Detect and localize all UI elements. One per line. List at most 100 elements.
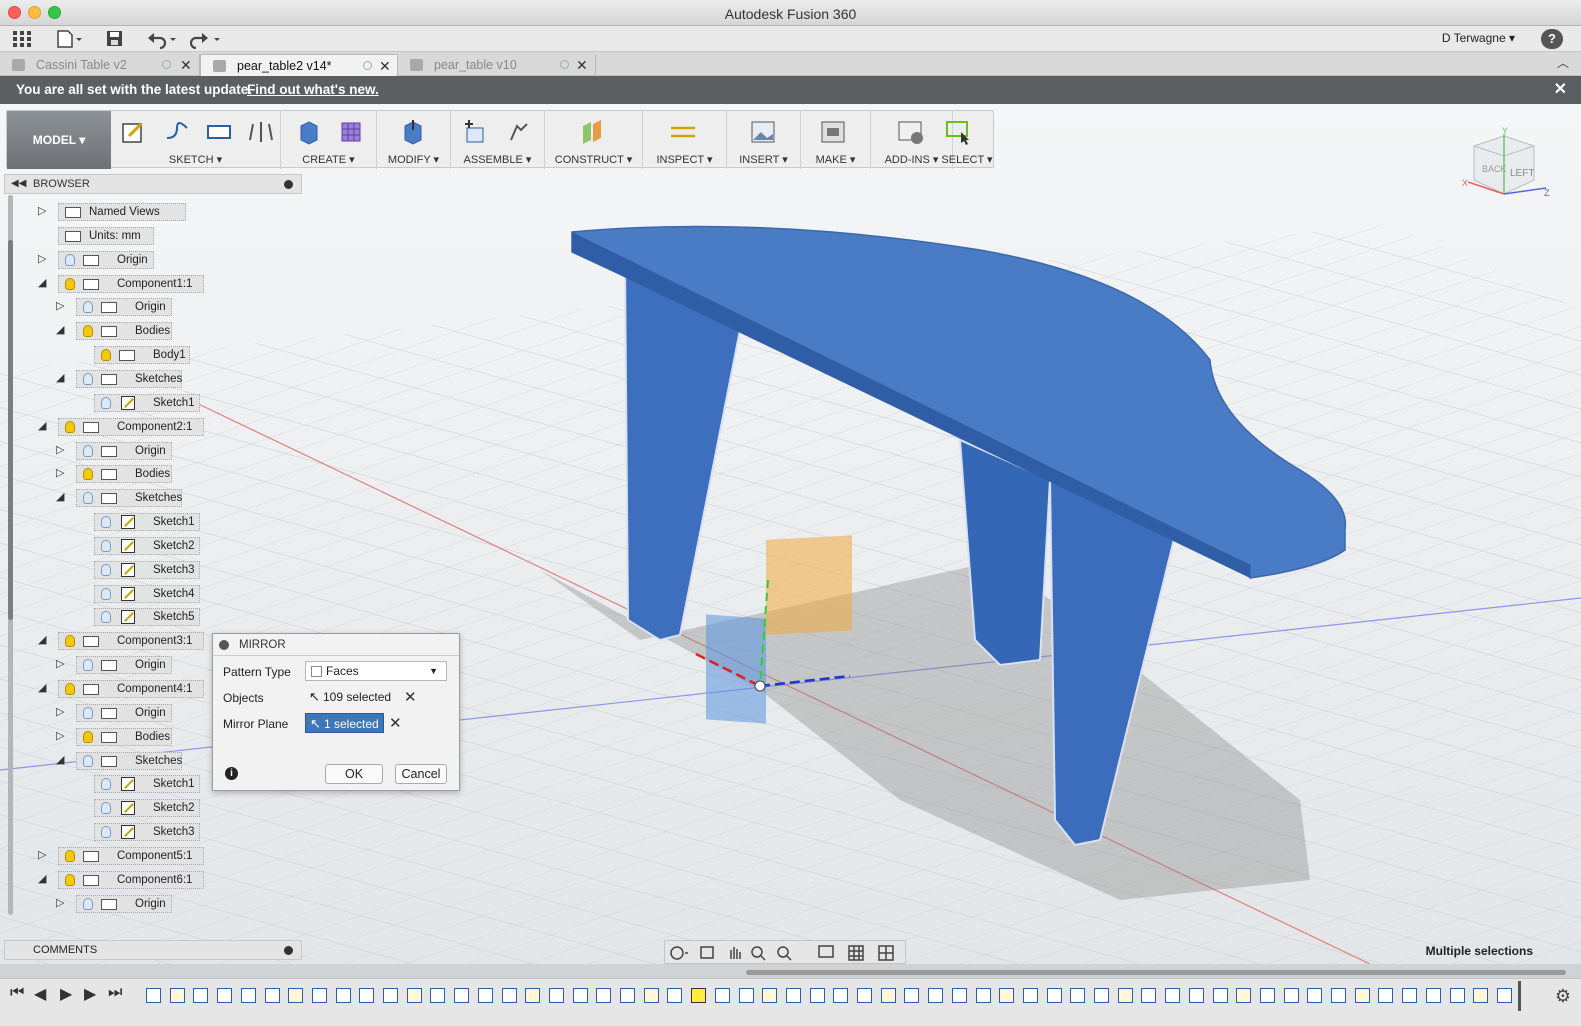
browser-node-box[interactable]: Sketch2 [94, 799, 200, 818]
visibility-bulb-icon[interactable] [65, 277, 75, 290]
timeline-feature-icon[interactable] [1331, 988, 1346, 1003]
browser-node-box[interactable]: Sketch1 [94, 513, 200, 532]
select-icon[interactable] [945, 118, 973, 146]
cancel-button[interactable]: Cancel [395, 764, 447, 784]
timeline-feature-icon[interactable] [1117, 988, 1133, 1003]
redo-icon[interactable] [189, 29, 222, 50]
help-button[interactable]: ? [1541, 29, 1563, 49]
visibility-bulb-icon[interactable] [83, 372, 93, 385]
toolbar-group-assemble[interactable]: ASSEMBLE ▾ [451, 111, 545, 169]
visibility-bulb-icon[interactable] [83, 754, 93, 767]
browser-node-box[interactable]: Units: mm [58, 226, 154, 245]
browser-node-box[interactable]: Origin [58, 250, 154, 269]
collapse-tabs-icon[interactable]: ︿ [1557, 54, 1569, 71]
timeline-feature-icon[interactable] [1046, 988, 1062, 1003]
browser-node-box[interactable]: Origin [76, 656, 172, 675]
collapse-browser-icon[interactable]: ◀◀ [11, 175, 26, 193]
timeline-feature-icon[interactable] [928, 988, 944, 1003]
visibility-bulb-icon[interactable] [83, 444, 93, 457]
browser-node[interactable]: Sketch5 [74, 607, 210, 627]
look-at-icon[interactable] [700, 946, 714, 959]
browser-node[interactable]: Sketch3 [74, 822, 210, 842]
collapse-icon[interactable]: ◢ [56, 490, 64, 503]
timeline-feature-icon[interactable] [904, 988, 920, 1003]
browser-node[interactable]: ◢ Sketches [56, 369, 192, 388]
visibility-bulb-icon[interactable] [83, 468, 93, 481]
visibility-bulb-icon[interactable] [65, 873, 75, 886]
browser-node-box[interactable]: Bodies [76, 322, 172, 341]
visibility-bulb-icon[interactable] [101, 516, 111, 529]
timeline-feature-icon[interactable] [454, 988, 470, 1003]
model-canvas[interactable] [0, 104, 1581, 964]
toolbar-group-sketch[interactable]: SKETCH ▾ [111, 111, 281, 169]
browser-node[interactable]: Sketch2 [74, 798, 210, 818]
timeline-feature-icon[interactable] [1259, 988, 1275, 1003]
collapse-icon[interactable]: ◢ [38, 419, 46, 432]
mirror-dialog-header[interactable]: MIRROR [213, 634, 459, 656]
timeline-feature-icon[interactable] [548, 988, 564, 1003]
browser-node[interactable]: ◢ Sketches [56, 751, 192, 770]
tab-close-icon[interactable]: ✕ [180, 54, 192, 76]
timeline-feature-icon[interactable] [643, 988, 659, 1003]
expand-icon[interactable]: ▷ [56, 729, 64, 742]
collapse-icon[interactable]: ◢ [38, 633, 46, 646]
timeline-feature-icon[interactable] [1165, 988, 1181, 1003]
browser-node-box[interactable]: Bodies [76, 465, 172, 484]
visibility-bulb-icon[interactable] [101, 778, 111, 791]
timeline-end-icon[interactable]: ⏭ [108, 984, 122, 1002]
view-cube[interactable]: BACK LEFT Y X Z [1462, 126, 1552, 206]
timeline-feature-icon[interactable] [1094, 988, 1109, 1003]
timeline-feature-icon[interactable] [1378, 988, 1394, 1003]
timeline-feature-icon[interactable] [146, 988, 161, 1003]
toolbar-group-insert[interactable]: INSERT ▾ [727, 111, 801, 169]
timeline-feature-icon[interactable] [430, 988, 446, 1003]
browser-node-box[interactable]: Sketches [76, 489, 182, 508]
timeline-feature-icon[interactable] [1354, 988, 1370, 1003]
visibility-bulb-icon[interactable] [101, 826, 111, 839]
browser-node-box[interactable]: Origin [76, 894, 172, 913]
timeline-feature-icon[interactable] [1283, 988, 1299, 1003]
timeline-feature-icon[interactable] [951, 988, 967, 1003]
browser-node-box[interactable]: Sketch5 [94, 608, 200, 627]
collapse-icon[interactable]: ◢ [56, 371, 64, 384]
visibility-bulb-icon[interactable] [83, 706, 93, 719]
browser-node-box[interactable]: Sketches [76, 751, 182, 770]
visibility-bulb-icon[interactable] [83, 492, 93, 505]
new-component-icon[interactable] [461, 118, 489, 146]
canvas-viewport[interactable] [0, 104, 1581, 964]
sketch-mirror-icon[interactable] [247, 118, 275, 146]
timeline-feature-icon[interactable] [691, 988, 707, 1003]
timeline-forward-icon[interactable]: ▶ [84, 984, 96, 1004]
timeline-feature-icon[interactable] [738, 988, 754, 1003]
user-menu[interactable]: D Terwagne ▾ [1442, 31, 1515, 45]
viewport-horizontal-scrollbar[interactable] [746, 970, 1566, 975]
timeline-feature-icon[interactable] [359, 988, 375, 1003]
timeline-feature-icon[interactable] [1449, 988, 1465, 1003]
timeline-feature-icon[interactable] [714, 988, 730, 1003]
collapse-icon[interactable]: ◢ [38, 872, 46, 885]
tab-close-icon[interactable]: ✕ [379, 55, 391, 77]
expand-icon[interactable]: ▷ [38, 252, 46, 265]
3d-print-icon[interactable] [819, 118, 847, 146]
origin-point[interactable] [754, 680, 766, 692]
browser-node[interactable]: ◢ Component1:1 [38, 274, 214, 293]
timeline-feature-icon[interactable] [406, 988, 422, 1003]
timeline-feature-icon[interactable] [667, 988, 683, 1003]
box-icon[interactable] [337, 118, 365, 146]
browser-panel-header[interactable]: ◀◀ BROWSER [4, 174, 302, 194]
browser-node[interactable]: Sketch3 [74, 560, 210, 579]
timeline-feature-icon[interactable] [193, 988, 209, 1003]
rectangle-icon[interactable] [205, 118, 233, 146]
timeline-play-icon[interactable]: ▶ [60, 984, 72, 1004]
browser-node[interactable]: ▷ Bodies [56, 464, 182, 484]
pan-icon[interactable] [730, 947, 741, 959]
browser-node-box[interactable]: Sketch2 [94, 536, 200, 555]
timeline-feature-icon[interactable] [857, 988, 872, 1003]
browser-node[interactable]: Sketch1 [74, 393, 210, 412]
browser-node[interactable]: Sketch4 [74, 584, 210, 603]
visibility-bulb-icon[interactable] [65, 635, 75, 648]
collapse-icon[interactable]: ◢ [56, 753, 64, 766]
browser-node-box[interactable]: Sketch1 [94, 775, 200, 794]
timeline-feature-icon[interactable] [1496, 988, 1512, 1003]
mirror-plane-selection[interactable]: ↖ 1 selected [305, 713, 384, 733]
